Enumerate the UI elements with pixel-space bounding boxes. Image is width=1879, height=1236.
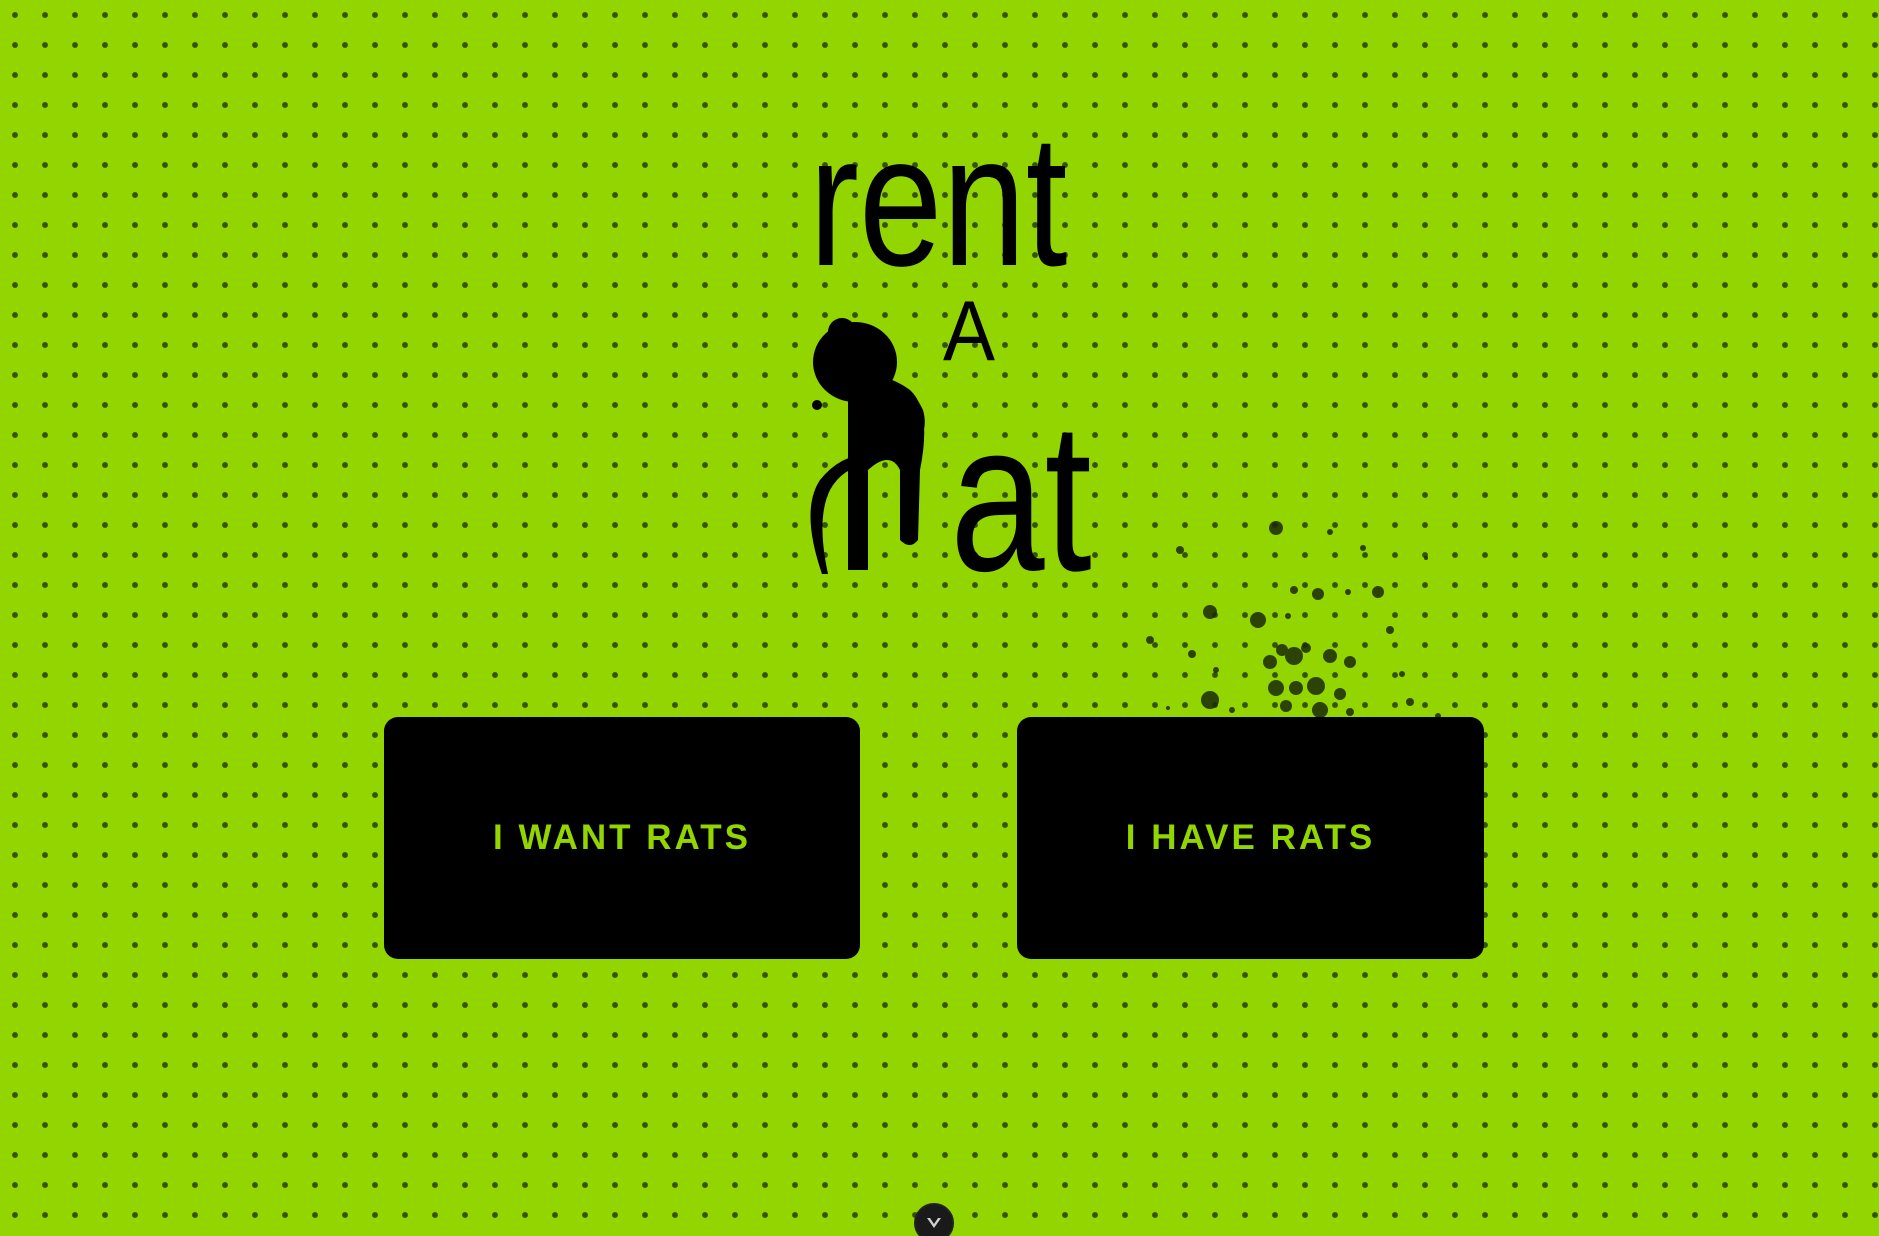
logo-letter-a: A	[943, 284, 995, 379]
i-want-rats-button[interactable]: I WANT RATS	[384, 717, 860, 959]
i-want-rats-label: I WANT RATS	[493, 818, 751, 857]
rent-a-rat-logo: rent A at	[760, 50, 1120, 580]
chevron-down-icon	[927, 1218, 941, 1228]
landing-page: rent A at I WANT RATS I HAVE RATS	[0, 0, 1879, 1236]
scroll-down-button[interactable]	[914, 1203, 954, 1236]
logo-word-at: at	[950, 378, 1092, 580]
ink-splatter-decoration	[1120, 510, 1480, 720]
i-have-rats-label: I HAVE RATS	[1125, 818, 1376, 857]
i-have-rats-button[interactable]: I HAVE RATS	[1017, 717, 1484, 959]
rat-silhouette-icon	[810, 318, 925, 574]
logo-word-rent: rent	[809, 95, 1067, 305]
